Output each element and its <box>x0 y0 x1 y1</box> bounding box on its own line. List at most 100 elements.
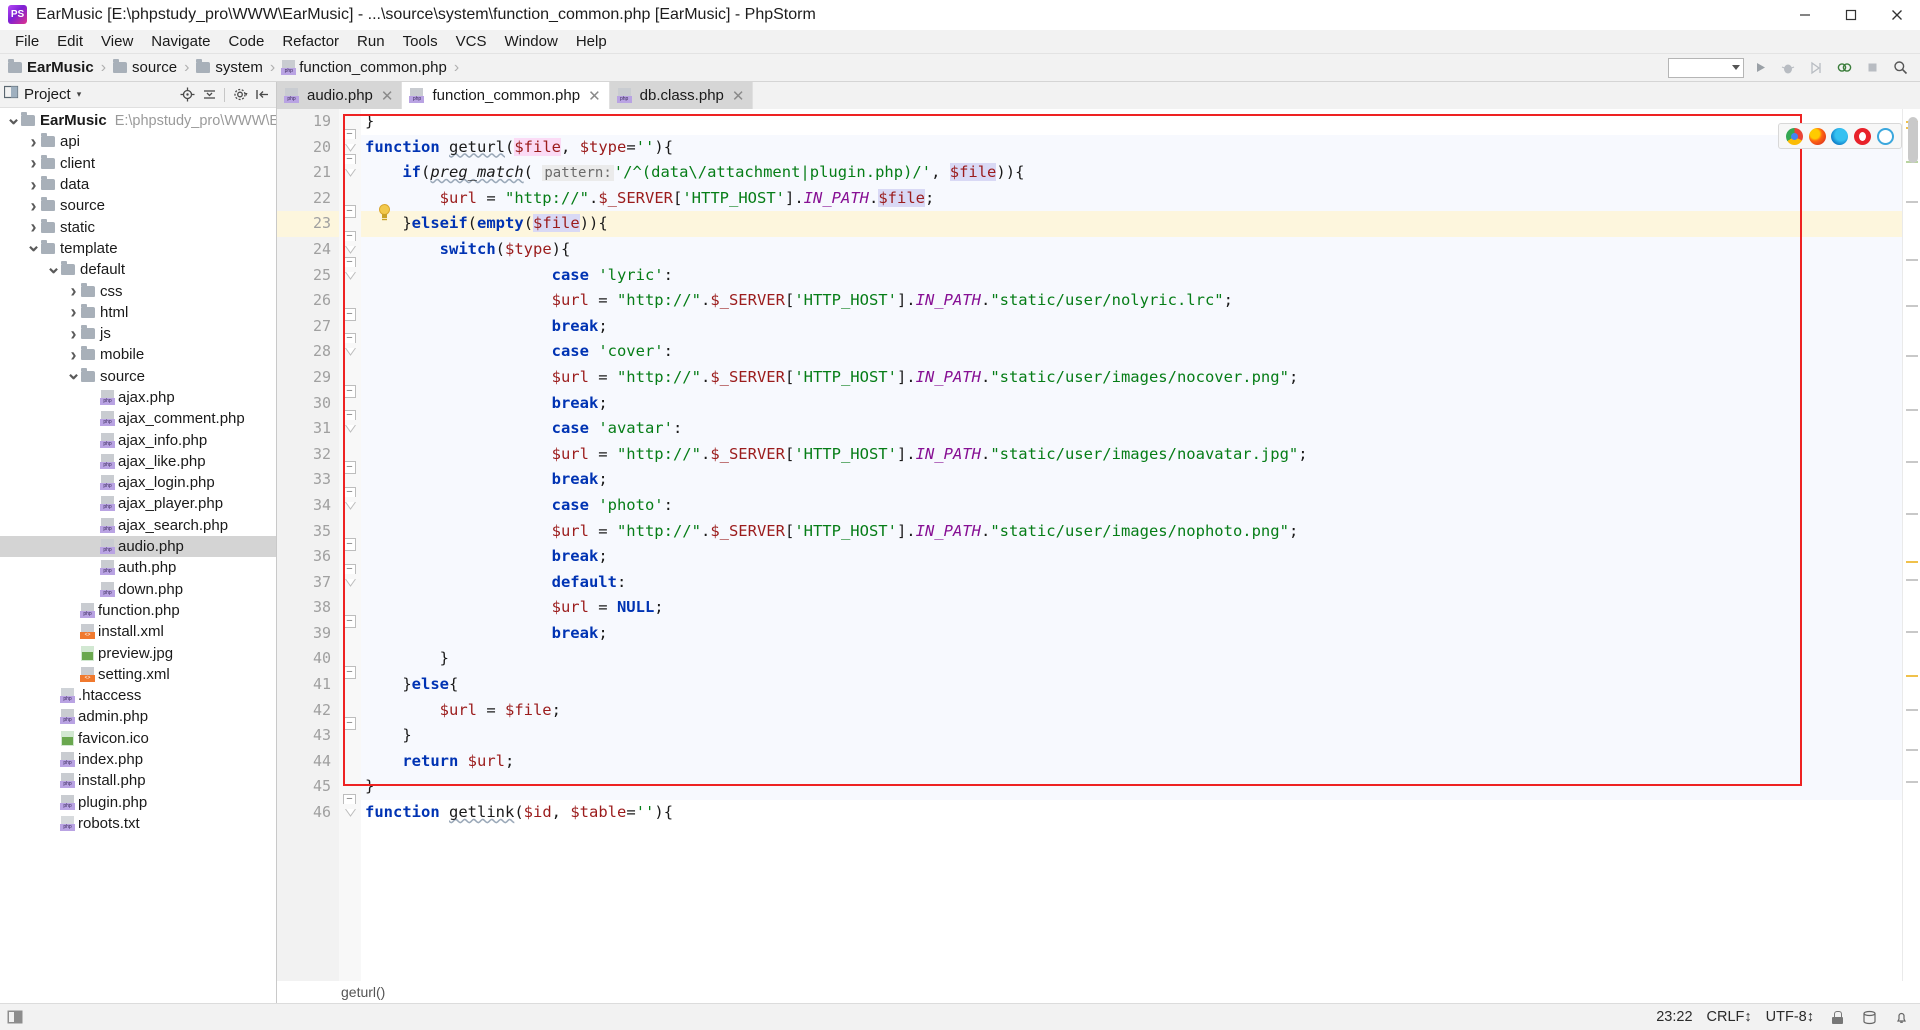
tree-item-api[interactable]: api <box>0 131 276 152</box>
tree-item-source[interactable]: source <box>0 195 276 216</box>
code-line-27[interactable]: break; <box>361 313 1920 340</box>
fold-region-handle[interactable]: − <box>343 563 356 574</box>
code-line-46[interactable]: function getlink($id, $table=''){ <box>361 800 1920 826</box>
code-line-19[interactable]: } <box>361 109 1920 135</box>
fold-region-handle[interactable]: − <box>343 231 356 242</box>
chevron-right-icon[interactable] <box>26 137 41 147</box>
fold-collapse-handle[interactable]: − <box>343 615 356 628</box>
fold-collapse-handle[interactable]: − <box>343 666 356 680</box>
chevron-down-icon[interactable] <box>6 118 21 124</box>
tree-item-ajax-info-php[interactable]: ajax_info.php <box>0 429 276 450</box>
tree-item-preview-jpg[interactable]: preview.jpg <box>0 642 276 663</box>
code-line-23[interactable]: }elseif(empty($file)){ <box>361 211 1920 237</box>
code-line-34[interactable]: case 'photo': <box>361 492 1920 519</box>
project-tree[interactable]: EarMusic E:\phpstudy_pro\WWW\EarMapi clien… <box>0 108 276 1003</box>
fold-region-handle[interactable]: − <box>343 410 356 421</box>
chevron-down-icon[interactable] <box>26 245 41 251</box>
close-button[interactable] <box>1874 0 1920 30</box>
fold-collapse-handle[interactable]: − <box>343 307 356 321</box>
code-content[interactable]: } function geturl($file, $type=''){ if(pr… <box>361 109 1920 981</box>
tree-item-ajax-php[interactable]: ajax.php <box>0 387 276 408</box>
collapse-all-icon[interactable] <box>199 85 219 105</box>
tree-item-ajax-login-php[interactable]: ajax_login.php <box>0 472 276 493</box>
code-line-31[interactable]: case 'avatar': <box>361 416 1920 442</box>
code-line-25[interactable]: case 'lyric': <box>361 262 1920 289</box>
database-icon[interactable] <box>1860 1008 1878 1026</box>
chevron-down-icon[interactable] <box>66 373 81 379</box>
close-icon[interactable]: ✕ <box>381 87 394 105</box>
firefox-icon[interactable] <box>1808 127 1826 145</box>
tree-item-html[interactable]: html <box>0 302 276 323</box>
code-line-26[interactable]: $url = "http://".$_SERVER['HTTP_HOST'].I… <box>361 288 1920 314</box>
tree-item-ajax-search-php[interactable]: ajax_search.php <box>0 515 276 536</box>
ie-icon[interactable] <box>1877 127 1895 145</box>
tree-item-default[interactable]: default <box>0 259 276 280</box>
locate-icon[interactable] <box>177 85 197 105</box>
code-line-44[interactable]: return $url; <box>361 748 1920 775</box>
tree-item-source[interactable]: source <box>0 366 276 387</box>
edge-icon[interactable] <box>1831 127 1849 145</box>
hide-panel-icon[interactable] <box>252 85 272 105</box>
breadcrumb-item-file[interactable]: function_common.php <box>281 59 447 76</box>
status-encoding[interactable]: UTF-8↕ <box>1766 1009 1814 1025</box>
fold-region-handle[interactable]: − <box>343 333 356 344</box>
tree-item-favicon-ico[interactable]: favicon.ico <box>0 728 276 749</box>
code-editor[interactable]: 19 20 21 22 23 24 25 26 27 28 29 30 31 32 33 34 35 36 37 38… <box>277 109 1920 981</box>
menu-refactor[interactable]: Refactor <box>273 32 348 51</box>
close-icon[interactable]: ✕ <box>588 87 601 105</box>
breadcrumb-item-source[interactable]: source <box>113 59 177 76</box>
fold-collapse-handle[interactable]: − <box>343 538 356 552</box>
tree-item-client[interactable]: client <box>0 153 276 174</box>
fold-region-handle[interactable]: − <box>343 256 356 267</box>
menu-code[interactable]: Code <box>219 32 273 51</box>
chevron-right-icon[interactable] <box>66 307 81 317</box>
chevron-right-icon[interactable] <box>26 201 41 211</box>
code-line-39[interactable]: break; <box>361 620 1920 647</box>
show-tool-windows-icon[interactable] <box>0 1010 30 1024</box>
menu-navigate[interactable]: Navigate <box>142 32 219 51</box>
menu-window[interactable]: Window <box>495 32 566 51</box>
tree-item-earmusic[interactable]: EarMusic E:\phpstudy_pro\WWW\EarM <box>0 110 276 131</box>
tree-item-htaccess[interactable]: .htaccess <box>0 685 276 706</box>
tree-item-function-php[interactable]: function.php <box>0 600 276 621</box>
tree-item-plugin-php[interactable]: plugin.php <box>0 792 276 813</box>
breadcrumb-item-earmusic[interactable]: EarMusic <box>8 59 94 76</box>
debug-icon[interactable] <box>1776 57 1800 79</box>
fold-region-handle[interactable]: − <box>343 154 356 165</box>
profile-icon[interactable] <box>1832 57 1856 79</box>
tab-audio-php[interactable]: audio.php ✕ <box>277 82 403 109</box>
tab-db-class-php[interactable]: db.class.php ✕ <box>609 82 754 109</box>
tree-item-install-php[interactable]: install.php <box>0 770 276 791</box>
tab-function-common-php[interactable]: function_common.php ✕ <box>402 82 610 109</box>
tree-item-down-php[interactable]: down.php <box>0 579 276 600</box>
code-line-35[interactable]: $url = "http://".$_SERVER['HTTP_HOST'].I… <box>361 518 1920 545</box>
tree-item-template[interactable]: template <box>0 238 276 259</box>
code-line-42[interactable]: $url = $file; <box>361 697 1920 724</box>
chevron-right-icon[interactable] <box>66 286 81 296</box>
tree-item-css[interactable]: css <box>0 280 276 301</box>
code-line-45[interactable]: } <box>361 774 1920 801</box>
maximize-button[interactable] <box>1828 0 1874 30</box>
code-line-32[interactable]: $url = "http://".$_SERVER['HTTP_HOST'].I… <box>361 441 1920 468</box>
editor-marker-stripe[interactable] <box>1902 109 1920 981</box>
run-configuration-selector[interactable] <box>1668 57 1744 78</box>
tree-item-static[interactable]: static <box>0 216 276 237</box>
tree-item-ajax-player-php[interactable]: ajax_player.php <box>0 493 276 514</box>
code-line-30[interactable]: break; <box>361 390 1920 417</box>
code-line-41[interactable]: }else{ <box>361 672 1920 698</box>
menu-file[interactable]: File <box>6 32 48 51</box>
code-line-40[interactable]: } <box>361 646 1920 673</box>
stop-icon[interactable] <box>1860 57 1884 79</box>
status-line-separator[interactable]: CRLF↕ <box>1707 1009 1752 1025</box>
tree-item-data[interactable]: data <box>0 174 276 195</box>
code-line-43[interactable]: } <box>361 723 1920 749</box>
settings-gear-icon[interactable] <box>230 85 250 105</box>
fold-region-handle[interactable]: − <box>343 128 356 139</box>
intention-bulb-icon[interactable] <box>377 203 391 221</box>
menu-vcs[interactable]: VCS <box>447 32 496 51</box>
fold-region-handle[interactable]: − <box>343 794 356 805</box>
code-folding-column[interactable]: − − − − − − − − − − − − − − − − − <box>339 109 361 981</box>
minimize-button[interactable] <box>1782 0 1828 30</box>
search-icon[interactable] <box>1888 57 1912 79</box>
chevron-right-icon[interactable] <box>26 222 41 232</box>
